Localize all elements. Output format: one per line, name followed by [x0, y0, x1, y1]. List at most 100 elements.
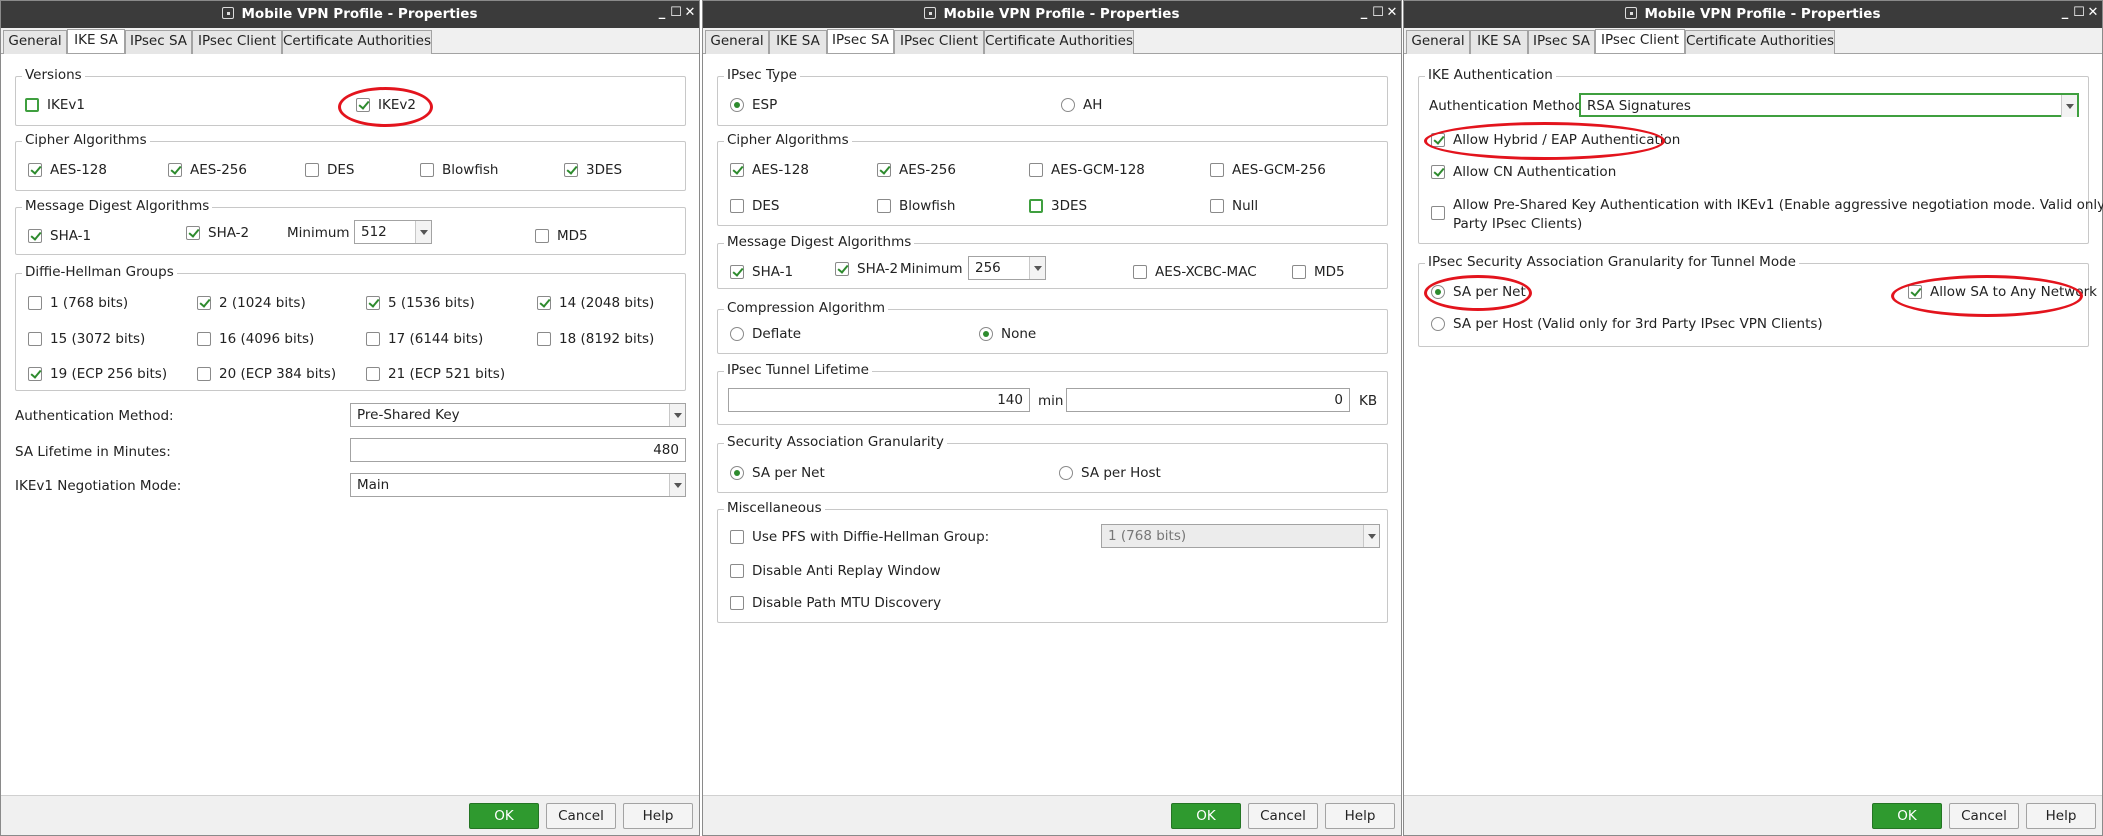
tab-ipsec-client[interactable]: IPsec Client	[1595, 29, 1685, 54]
window-title: Mobile VPN Profile - Properties	[943, 6, 1180, 22]
settings-icon	[222, 7, 235, 19]
window-title: Mobile VPN Profile - Properties	[241, 6, 478, 22]
misc-label: Miscellaneous	[724, 500, 825, 516]
highlight-sa-per-net	[1424, 275, 1532, 311]
minimize-icon[interactable]: _	[1357, 5, 1371, 21]
maximize-icon[interactable]: ☐	[2072, 5, 2086, 21]
tab-general[interactable]: General	[1406, 30, 1470, 54]
lifetime-minutes-input[interactable]: 140	[728, 388, 1030, 412]
cipher-label: Cipher Algorithms	[22, 132, 150, 148]
window-ike-sa: Mobile VPN Profile - Properties _ ☐ ✕ Ge…	[0, 0, 700, 836]
ipsec-type-group: IPsec Type ESP AH	[717, 67, 1388, 126]
chevron-down-icon	[1363, 525, 1379, 547]
tab-bar: General IKE SA IPsec SA IPsec Client Cer…	[1, 28, 699, 54]
cipher-label: Cipher Algorithms	[724, 132, 852, 148]
tab-ipsec-client[interactable]: IPsec Client	[192, 30, 282, 54]
auth-method-select[interactable]: RSA Signatures	[1579, 93, 2079, 117]
title-bar: Mobile VPN Profile - Properties _ ☐ ✕	[1404, 1, 2102, 28]
tab-ike-sa[interactable]: IKE SA	[769, 30, 827, 54]
tab-ike-sa[interactable]: IKE SA	[1470, 30, 1528, 54]
minimize-icon[interactable]: _	[2058, 5, 2072, 21]
ike-auth-label: IKE Authentication	[1425, 67, 1556, 83]
minimize-icon[interactable]: _	[655, 5, 669, 21]
minutes-unit-label: min	[1038, 393, 1064, 409]
tab-ike-sa[interactable]: IKE SA	[67, 29, 125, 54]
min-length-select[interactable]: 256	[968, 256, 1046, 280]
tab-certificate-authorities[interactable]: Certificate Authorities	[282, 30, 432, 54]
maximize-icon[interactable]: ☐	[1371, 5, 1385, 21]
tab-bar: General IKE SA IPsec SA IPsec Client Cer…	[703, 28, 1401, 54]
kb-unit-label: KB	[1359, 393, 1378, 409]
help-button[interactable]: Help	[1325, 803, 1395, 829]
chevron-down-icon	[2061, 95, 2077, 117]
help-button[interactable]: Help	[623, 803, 693, 829]
tab-certificate-authorities[interactable]: Certificate Authorities	[1685, 30, 1835, 54]
cancel-button[interactable]: Cancel	[1949, 803, 2019, 829]
lifetime-kb-input[interactable]: 0	[1066, 388, 1350, 412]
chevron-down-icon	[1029, 257, 1045, 279]
ipsec-type-label: IPsec Type	[724, 67, 800, 83]
close-icon[interactable]: ✕	[683, 5, 697, 21]
compression-group: Compression Algorithm Deflate None	[717, 300, 1388, 354]
close-icon[interactable]: ✕	[2086, 5, 2100, 21]
cipher-group: Cipher Algorithms AES-128 AES-256 AES-GC…	[717, 132, 1388, 226]
auth-method-label: Authentication Method:	[1429, 98, 1588, 114]
digest-group: Message Digest Algorithms SHA-1 SHA-2 Mi…	[717, 234, 1388, 289]
chevron-down-icon	[669, 474, 685, 496]
ike-auth-group: IKE Authentication Authentication Method…	[1418, 67, 2103, 244]
sa-granularity-label: Security Association Granularity	[724, 434, 947, 450]
ok-button[interactable]: OK	[1171, 803, 1241, 829]
tab-general[interactable]: General	[705, 30, 769, 54]
tunnel-granularity-label: IPsec Security Association Granularity f…	[1425, 254, 1799, 270]
button-row: OK Cancel Help	[1, 795, 699, 835]
negotiation-mode-select[interactable]: Main	[350, 473, 686, 497]
sa-lifetime-input[interactable]: 480	[350, 438, 686, 462]
title-bar: Mobile VPN Profile - Properties _ ☐ ✕	[1, 1, 699, 28]
digest-label: Message Digest Algorithms	[22, 198, 213, 214]
tunnel-lifetime-group: IPsec Tunnel Lifetime 140 min 0 KB	[717, 362, 1388, 425]
ok-button[interactable]: OK	[469, 803, 539, 829]
ok-button[interactable]: OK	[1872, 803, 1942, 829]
digest-label: Message Digest Algorithms	[724, 234, 915, 250]
pfs-group-select[interactable]: 1 (768 bits)	[1101, 524, 1380, 548]
compression-label: Compression Algorithm	[724, 300, 889, 316]
digest-group: Message Digest Algorithms SHA-1 SHA-2 Mi…	[15, 198, 686, 255]
help-button[interactable]: Help	[2026, 803, 2096, 829]
tab-ipsec-client[interactable]: IPsec Client	[894, 30, 984, 54]
tab-certificate-authorities[interactable]: Certificate Authorities	[984, 30, 1134, 54]
chevron-down-icon	[669, 404, 685, 426]
dh-group: Diffie-Hellman Groups 1 (768 bits) 2 (10…	[15, 264, 686, 391]
tunnel-lifetime-label: IPsec Tunnel Lifetime	[724, 362, 872, 378]
versions-label: Versions	[22, 67, 85, 83]
button-row: OK Cancel Help	[703, 795, 1401, 835]
highlight-ikev2	[338, 87, 433, 127]
maximize-icon[interactable]: ☐	[669, 5, 683, 21]
window-ipsec-sa: Mobile VPN Profile - Properties _ ☐ ✕ Ge…	[702, 0, 1402, 836]
title-bar: Mobile VPN Profile - Properties _ ☐ ✕	[703, 1, 1401, 28]
tab-bar: General IKE SA IPsec SA IPsec Client Cer…	[1404, 28, 2102, 54]
highlight-hybrid-eap	[1424, 122, 1665, 160]
auth-method-select[interactable]: Pre-Shared Key	[350, 403, 686, 427]
highlight-any-network	[1891, 275, 2083, 317]
tab-general[interactable]: General	[3, 30, 67, 54]
psk-ikev1-label-line2: Party IPsec Clients)	[1453, 216, 1583, 232]
checkbox-box	[25, 98, 39, 112]
sa-granularity-group: Security Association Granularity SA per …	[717, 434, 1388, 493]
auth-method-label: Authentication Method:	[15, 408, 174, 424]
min-length-select[interactable]: 512	[354, 220, 432, 244]
misc-group: Miscellaneous Use PFS with Diffie-Hellma…	[717, 500, 1388, 623]
tab-ipsec-sa[interactable]: IPsec SA	[1528, 30, 1595, 54]
tab-ipsec-sa[interactable]: IPsec SA	[827, 29, 894, 54]
chevron-down-icon	[415, 221, 431, 243]
settings-icon	[1625, 7, 1638, 19]
tab-ipsec-sa[interactable]: IPsec SA	[125, 30, 192, 54]
close-icon[interactable]: ✕	[1385, 5, 1399, 21]
cancel-button[interactable]: Cancel	[1248, 803, 1318, 829]
dh-label: Diffie-Hellman Groups	[22, 264, 177, 280]
negotiation-mode-label: IKEv1 Negotiation Mode:	[15, 478, 182, 494]
cancel-button[interactable]: Cancel	[546, 803, 616, 829]
settings-icon	[924, 7, 937, 19]
window-title: Mobile VPN Profile - Properties	[1644, 6, 1881, 22]
button-row: OK Cancel Help	[1404, 795, 2102, 835]
cipher-group: Cipher Algorithms AES-128 AES-256 DES Bl…	[15, 132, 686, 191]
